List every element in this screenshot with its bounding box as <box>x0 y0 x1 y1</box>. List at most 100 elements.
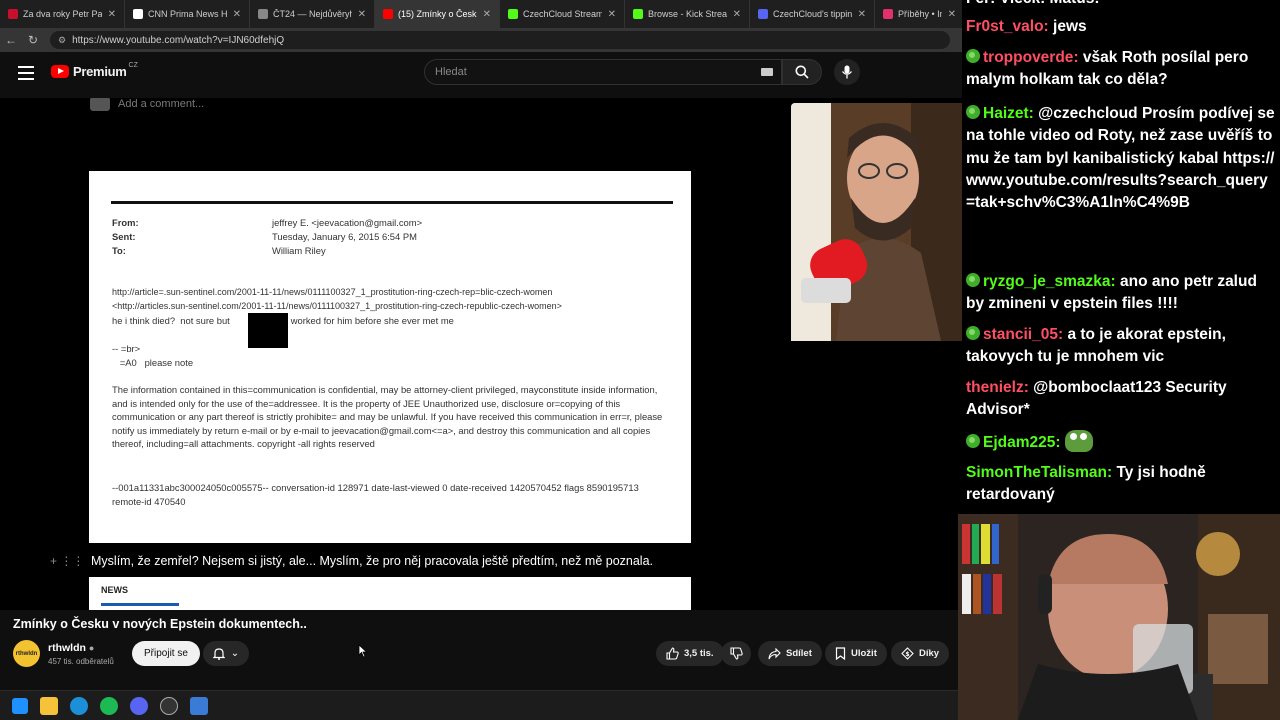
youtube-premium-logo[interactable]: Premium CZ <box>51 62 138 79</box>
browser-tab[interactable]: Browse - Kick Streaming ✕ <box>625 0 750 28</box>
tab-favicon-icon <box>258 9 268 19</box>
search-input[interactable]: Hledat <box>424 59 782 85</box>
tab-favicon-icon <box>883 9 893 19</box>
share-button[interactable]: Sdílet <box>758 641 822 666</box>
tab-favicon-icon <box>8 9 18 19</box>
to-line: To: William Riley <box>112 244 326 258</box>
close-tab-icon[interactable]: ✕ <box>733 9 741 20</box>
close-tab-icon[interactable]: ✕ <box>948 9 956 20</box>
chat-username[interactable]: thenielz <box>966 379 1024 396</box>
close-tab-icon[interactable]: ✕ <box>858 9 866 20</box>
subscriber-badge-icon <box>966 326 980 340</box>
notification-bell-button[interactable]: ⌄ <box>203 641 249 666</box>
chat-username[interactable]: Fr0st_valo <box>966 18 1044 35</box>
sent-line: Sent: Tuesday, January 6, 2015 6:54 PM <box>112 230 417 244</box>
subscriber-badge-icon <box>966 105 980 119</box>
channel-avatar[interactable]: rthwldn <box>13 640 40 667</box>
search-button[interactable] <box>782 59 822 85</box>
chat-username[interactable]: stancii_05 <box>983 326 1058 343</box>
windows-start-icon[interactable] <box>12 697 28 714</box>
app-icon[interactable] <box>190 696 208 715</box>
channel-name[interactable]: rthwldn ● <box>48 642 94 654</box>
tab-favicon-icon <box>383 9 393 19</box>
thanks-button[interactable]: $ Díky <box>891 641 950 666</box>
svg-text:$: $ <box>905 651 909 658</box>
subscriber-badge-icon <box>966 434 980 448</box>
verified-icon: ● <box>88 643 95 653</box>
close-tab-icon[interactable]: ✕ <box>608 9 616 20</box>
address-bar[interactable]: ⚙ https://www.youtube.com/watch?v=IJN60d… <box>50 31 950 49</box>
browser-tab[interactable]: CNN Prima News HD Sl ✕ <box>125 0 250 28</box>
chat-text: jews <box>1053 18 1087 35</box>
channel-row: rthwldn rthwldn ● 457 tis. odběratelů Př… <box>13 640 958 668</box>
keyboard-icon[interactable] <box>761 68 773 76</box>
reload-icon[interactable]: ↻ <box>22 33 44 47</box>
drag-handle-icon[interactable]: + ⋮⋮ <box>50 554 84 568</box>
chat-message: Fr0st_valo: jews <box>966 18 1087 35</box>
chat-message: ryzgo_je_smazka: ano ano petr zalud by z… <box>966 273 1257 313</box>
comment-box[interactable]: Add a comment... <box>90 98 205 111</box>
site-info-icon[interactable]: ⚙ <box>58 35 66 46</box>
hamburger-menu-icon[interactable] <box>18 66 34 80</box>
tab-favicon-icon <box>133 9 143 19</box>
sent-value: Tuesday, January 6, 2015 6:54 PM <box>272 231 417 242</box>
from-label: From: <box>112 217 139 228</box>
dislike-button[interactable] <box>721 641 751 666</box>
subtitle-row: + ⋮⋮ Myslím, že zemřel? Nejsem si jistý,… <box>0 552 962 570</box>
chat-message: thenielz: @bombоclaat123 Security Adviso… <box>966 379 1227 419</box>
search-icon <box>795 65 809 79</box>
chat-username[interactable]: Haizet <box>983 105 1029 122</box>
tab-label: ČT24 — Nejdůvěryhodn <box>273 9 352 19</box>
link-line-1: http://article=.sun-sentinel.com/2001-11… <box>112 287 553 297</box>
back-icon[interactable]: ← <box>0 33 22 47</box>
to-label: To: <box>112 245 126 256</box>
video-player[interactable]: Add a comment... From: jeffrey E. <jeevac… <box>0 98 962 610</box>
edge-browser-icon[interactable] <box>70 696 88 715</box>
subscriber-badge-icon <box>966 273 980 287</box>
browser-tab[interactable]: Příběhy • Instagr ✕ <box>875 0 962 28</box>
voice-search-button[interactable] <box>834 59 860 85</box>
chevron-down-icon: ⌄ <box>230 648 240 659</box>
comment-placeholder: Add a comment... <box>118 98 205 110</box>
spotify-icon[interactable] <box>100 696 118 715</box>
chat-username[interactable]: ryzgo_je_smazka <box>983 273 1111 290</box>
subscriber-badge-icon <box>966 49 980 63</box>
close-tab-icon[interactable]: ✕ <box>233 9 241 20</box>
like-button[interactable]: 3,5 tis. <box>656 641 724 666</box>
chat-username[interactable]: SimonTheTalisman <box>966 464 1107 481</box>
browser-tab[interactable]: CzechCloud Stream - W ✕ <box>500 0 625 28</box>
chat-username[interactable]: Ejdam225 <box>983 434 1055 451</box>
tab-label: (15) Zmínky o Česk <box>398 9 477 19</box>
browser-tab[interactable]: Za dva roky Petr Pavel ne ✕ <box>0 0 125 28</box>
file-explorer-icon[interactable] <box>40 696 58 715</box>
save-button[interactable]: Uložit <box>825 641 887 666</box>
from-value: jeffrey E. <jeevacation@gmail.com> <box>272 217 423 228</box>
browser-address-row: ← ↻ ⚙ https://www.youtube.com/watch?v=IJ… <box>0 28 962 52</box>
tab-label: CzechCloud Stream - W <box>523 9 602 19</box>
tab-label: CNN Prima News HD Sl <box>148 9 227 19</box>
tab-favicon-icon <box>758 9 768 19</box>
discord-icon[interactable] <box>130 696 148 715</box>
close-tab-icon[interactable]: ✕ <box>483 9 491 20</box>
join-button[interactable]: Připojit se <box>132 641 200 666</box>
link-line-2: <http://articles.sun-sentinel.com/2001-1… <box>112 301 562 311</box>
close-tab-icon[interactable]: ✕ <box>108 9 116 20</box>
save-label: Uložit <box>851 648 877 659</box>
browser-tab-strip: Za dva roky Petr Pavel ne✕CNN Prima News… <box>0 0 962 28</box>
streamer-webcam-2 <box>958 514 1280 720</box>
disclaimer-text: The information contained in this=commun… <box>112 384 663 449</box>
chat-username[interactable]: troppoverde <box>983 49 1073 66</box>
browser-tab[interactable]: (15) Zmínky o Česk ✕ <box>375 0 500 28</box>
obs-icon[interactable] <box>160 696 178 715</box>
streamer-webcam <box>791 103 962 341</box>
webcam-image <box>958 514 1280 720</box>
avatar <box>90 98 110 111</box>
sent-label: Sent: <box>112 231 136 242</box>
thumbs-up-icon <box>666 647 679 660</box>
stream-chat: Fer: Vleck: Matus: Fr0st_valo: jews trop… <box>962 0 1280 514</box>
browser-tab[interactable]: CzechCloud's tipping pa ✕ <box>750 0 875 28</box>
close-tab-icon[interactable]: ✕ <box>358 9 366 20</box>
chat-message: SimonTheTalisman: Ty jsi hodně retardova… <box>966 464 1206 504</box>
news-panel: NEWS <box>89 577 691 610</box>
browser-tab[interactable]: ČT24 — Nejdůvěryhodn ✕ <box>250 0 375 28</box>
